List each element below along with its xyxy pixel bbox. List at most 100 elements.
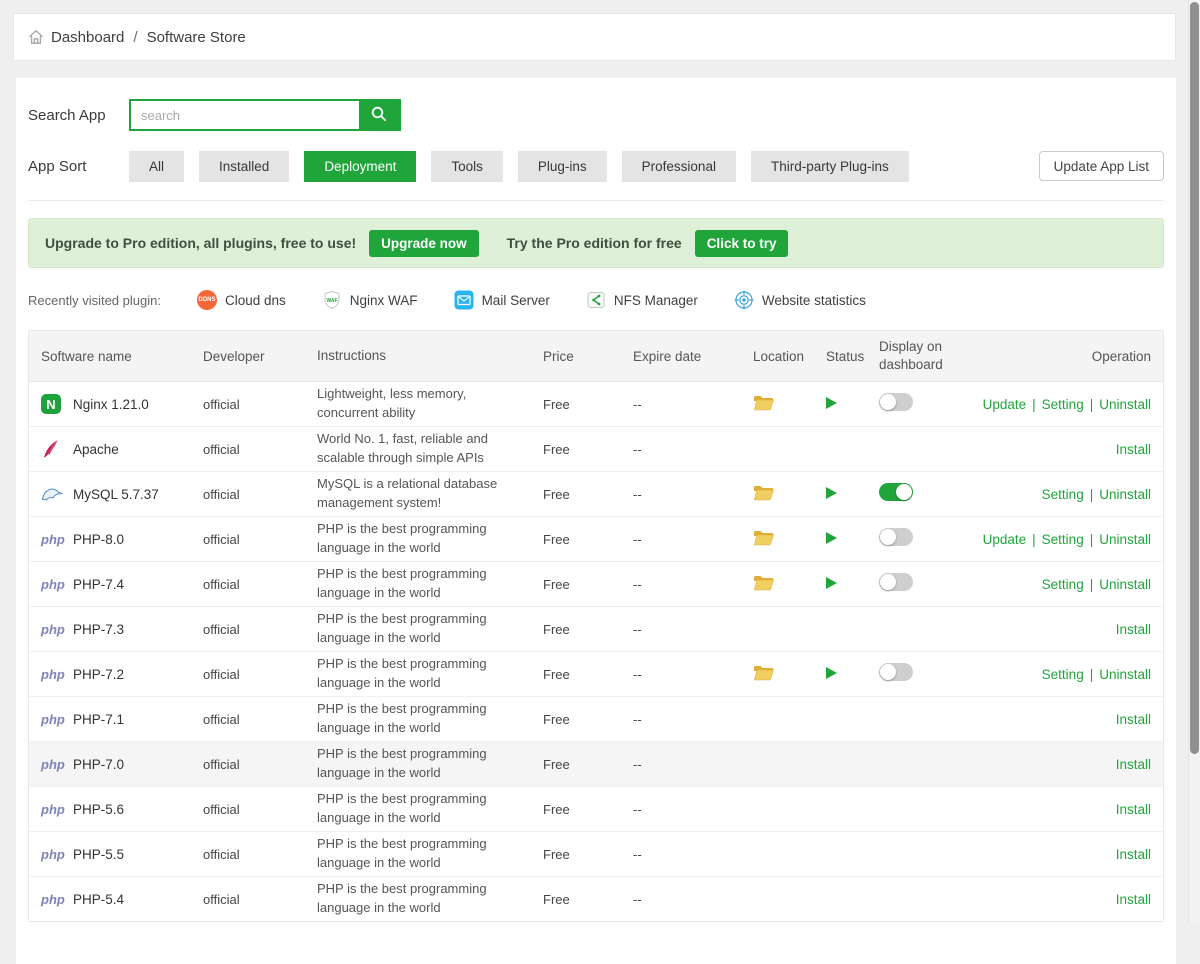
running-status-icon[interactable] <box>826 487 837 499</box>
location-cell <box>753 484 826 504</box>
uninstall-link[interactable]: Uninstall <box>1099 532 1151 547</box>
running-status-icon[interactable] <box>826 397 837 409</box>
running-status-icon[interactable] <box>826 532 837 544</box>
sort-button-professional[interactable]: Professional <box>622 151 736 182</box>
sort-button-tools[interactable]: Tools <box>431 151 503 182</box>
folder-icon[interactable] <box>753 394 775 411</box>
folder-icon[interactable] <box>753 529 775 546</box>
sort-button-plug-ins[interactable]: Plug-ins <box>518 151 607 182</box>
column-header-status: Status <box>826 349 879 364</box>
dashboard-toggle[interactable] <box>879 483 913 501</box>
instructions-cell: PHP is the best programming language in … <box>317 700 543 738</box>
software-name[interactable]: MySQL 5.7.37 <box>73 487 159 502</box>
install-link[interactable]: Install <box>1116 622 1151 637</box>
dashboard-toggle[interactable] <box>879 573 913 591</box>
breadcrumb-dashboard-link[interactable]: Dashboard <box>51 29 124 46</box>
location-cell <box>753 574 826 594</box>
install-link[interactable]: Install <box>1116 802 1151 817</box>
software-name-cell: phpPHP-5.6 <box>29 799 203 819</box>
table-row: phpPHP-8.0officialPHP is the best progra… <box>29 517 1163 562</box>
software-name[interactable]: PHP-5.5 <box>73 847 124 862</box>
operation-separator: | <box>1090 532 1094 547</box>
column-header-expire-date: Expire date <box>633 349 753 364</box>
software-name[interactable]: PHP-5.6 <box>73 802 124 817</box>
upgrade-now-button[interactable]: Upgrade now <box>369 230 479 257</box>
software-name[interactable]: PHP-7.0 <box>73 757 124 772</box>
instructions-cell: PHP is the best programming language in … <box>317 655 543 693</box>
dashboard-toggle[interactable] <box>879 528 913 546</box>
instructions-cell: PHP is the best programming language in … <box>317 610 543 648</box>
update-link[interactable]: Update <box>983 532 1027 547</box>
software-name[interactable]: Apache <box>73 442 119 457</box>
install-link[interactable]: Install <box>1116 892 1151 907</box>
install-link[interactable]: Install <box>1116 757 1151 772</box>
sort-button-installed[interactable]: Installed <box>199 151 289 182</box>
uninstall-link[interactable]: Uninstall <box>1099 667 1151 682</box>
column-header-price: Price <box>543 349 633 364</box>
setting-link[interactable]: Setting <box>1042 397 1084 412</box>
table-row: phpPHP-7.0officialPHP is the best progra… <box>29 742 1163 787</box>
search-input[interactable] <box>131 101 359 129</box>
running-status-icon[interactable] <box>826 667 837 679</box>
php-icon: php <box>41 574 63 594</box>
svg-text:WAF: WAF <box>326 298 337 304</box>
table-row: ApacheofficialWorld No. 1, fast, reliabl… <box>29 427 1163 472</box>
sort-button-third-party-plug-ins[interactable]: Third-party Plug-ins <box>751 151 909 182</box>
recent-plugin-name: Cloud dns <box>225 293 286 308</box>
sort-button-deployment[interactable]: Deployment <box>304 151 416 182</box>
uninstall-link[interactable]: Uninstall <box>1099 397 1151 412</box>
folder-icon[interactable] <box>753 484 775 501</box>
dashboard-toggle[interactable] <box>879 663 913 681</box>
price-cell: Free <box>543 712 633 727</box>
developer-cell: official <box>203 577 317 592</box>
running-status-icon[interactable] <box>826 577 837 589</box>
developer-cell: official <box>203 487 317 502</box>
install-link[interactable]: Install <box>1116 442 1151 457</box>
recent-plugin-nfs-manager[interactable]: NFS Manager <box>586 290 698 310</box>
operation-cell: Install <box>975 892 1163 907</box>
breadcrumb-bar: Dashboard / Software Store <box>13 13 1176 61</box>
install-link[interactable]: Install <box>1116 712 1151 727</box>
software-name[interactable]: PHP-7.4 <box>73 577 124 592</box>
setting-link[interactable]: Setting <box>1042 667 1084 682</box>
table-body: NNginx 1.21.0officialLightweight, less m… <box>29 382 1163 921</box>
operation-separator: | <box>1090 577 1094 592</box>
breadcrumb-current-page: Software Store <box>147 29 246 46</box>
scrollbar-track[interactable] <box>1188 0 1200 924</box>
recent-plugin-mail-server[interactable]: Mail Server <box>454 290 550 310</box>
recent-plugin-nginx-waf[interactable]: WAF Nginx WAF <box>322 290 418 310</box>
software-name[interactable]: PHP-7.1 <box>73 712 124 727</box>
software-name[interactable]: Nginx 1.21.0 <box>73 397 149 412</box>
setting-link[interactable]: Setting <box>1042 487 1084 502</box>
recent-plugin-name: Nginx WAF <box>350 293 418 308</box>
nginx-waf-icon: WAF <box>322 290 342 310</box>
display-on-dashboard-cell <box>879 573 975 596</box>
operation-separator: | <box>1032 397 1036 412</box>
developer-cell: official <box>203 712 317 727</box>
scrollbar-thumb[interactable] <box>1190 2 1199 754</box>
update-link[interactable]: Update <box>983 397 1027 412</box>
recent-plugin-website-statistics[interactable]: Website statistics <box>734 290 866 310</box>
uninstall-link[interactable]: Uninstall <box>1099 487 1151 502</box>
search-button[interactable] <box>359 101 399 129</box>
section-divider <box>28 200 1164 201</box>
status-cell <box>826 487 879 502</box>
recent-plugin-cloud-dns[interactable]: DDNSCloud dns <box>197 290 286 310</box>
sort-button-all[interactable]: All <box>129 151 184 182</box>
software-name[interactable]: PHP-5.4 <box>73 892 124 907</box>
setting-link[interactable]: Setting <box>1042 577 1084 592</box>
expire-date-cell: -- <box>633 397 753 412</box>
sort-buttons: All Installed Deployment Tools Plug-ins Profe… <box>129 151 924 182</box>
uninstall-link[interactable]: Uninstall <box>1099 577 1151 592</box>
software-name[interactable]: PHP-8.0 <box>73 532 124 547</box>
folder-icon[interactable] <box>753 664 775 681</box>
expire-date-cell: -- <box>633 622 753 637</box>
dashboard-toggle[interactable] <box>879 393 913 411</box>
software-name[interactable]: PHP-7.3 <box>73 622 124 637</box>
update-app-list-button[interactable]: Update App List <box>1039 151 1164 181</box>
setting-link[interactable]: Setting <box>1042 532 1084 547</box>
click-to-try-button[interactable]: Click to try <box>695 230 789 257</box>
install-link[interactable]: Install <box>1116 847 1151 862</box>
software-name[interactable]: PHP-7.2 <box>73 667 124 682</box>
folder-icon[interactable] <box>753 574 775 591</box>
